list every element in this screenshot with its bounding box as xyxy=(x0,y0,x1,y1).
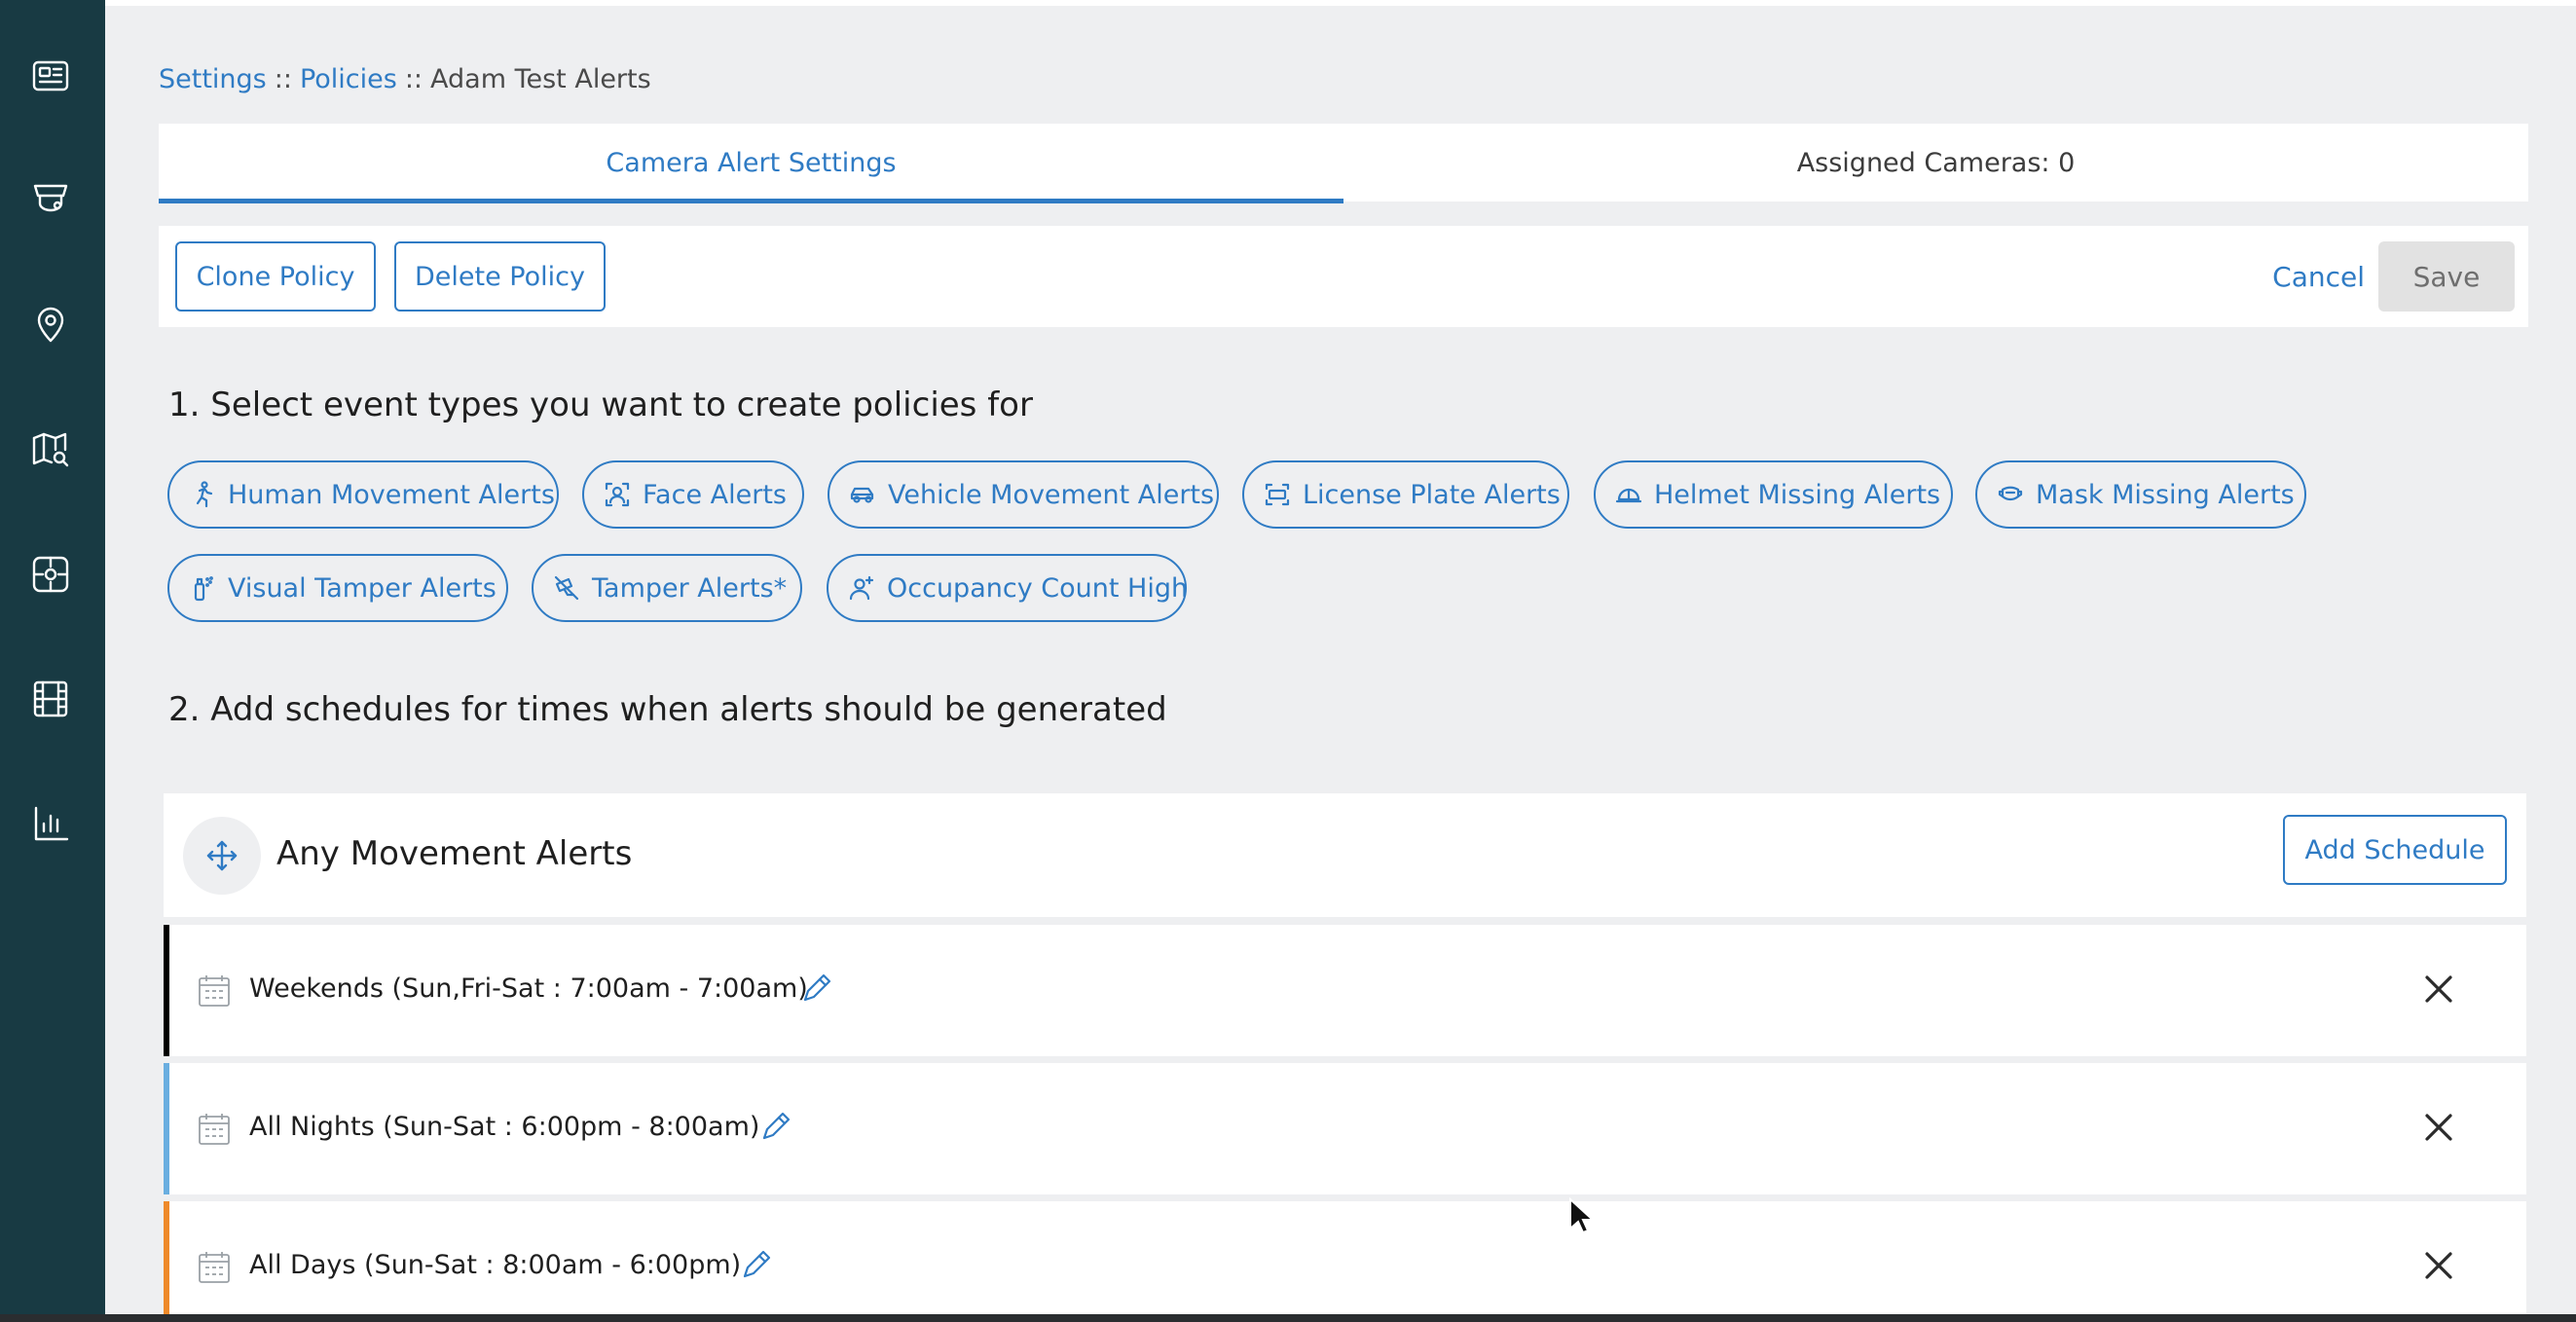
sidebar xyxy=(0,0,105,1314)
breadcrumb-settings-link[interactable]: Settings xyxy=(159,64,267,94)
add-schedule-button[interactable]: Add Schedule xyxy=(2283,815,2507,885)
chip-label: Mask Missing Alerts xyxy=(2036,479,2295,510)
chip-label: Helmet Missing Alerts xyxy=(1654,479,1941,510)
chip-label: License Plate Alerts xyxy=(1303,479,1561,510)
chip-face-alerts[interactable]: Face Alerts xyxy=(582,460,804,529)
breadcrumb-current: Adam Test Alerts xyxy=(430,64,651,94)
helmet-icon xyxy=(1615,488,1642,503)
schedule-label: All Days (Sun-Sat : 8:00am - 6:00pm) xyxy=(249,1250,742,1280)
tab-camera-alert-settings[interactable]: Camera Alert Settings xyxy=(159,124,1343,203)
tab-bar: Camera Alert Settings Assigned Cameras: … xyxy=(159,124,2528,203)
license-plate-icon xyxy=(1265,483,1290,506)
chip-label: Tamper Alerts* xyxy=(592,572,788,604)
delete-policy-button[interactable]: Delete Policy xyxy=(394,241,606,312)
schedule-label: Weekends (Sun,Fri-Sat : 7:00am - 7:00am) xyxy=(249,973,808,1004)
chip-label: Face Alerts xyxy=(643,479,787,510)
schedule-row: Weekends (Sun,Fri-Sat : 7:00am - 7:00am) xyxy=(164,925,2526,1056)
chip-mask-missing-alerts[interactable]: Mask Missing Alerts xyxy=(1975,460,2306,529)
location-pin-icon[interactable] xyxy=(21,295,80,353)
dashboard-icon[interactable] xyxy=(21,47,80,105)
schedule-label: All Nights (Sun-Sat : 6:00pm - 8:00am) xyxy=(249,1112,760,1142)
top-border xyxy=(105,0,2576,6)
pencil-icon[interactable] xyxy=(759,1110,794,1145)
breadcrumb-policies-link[interactable]: Policies xyxy=(300,64,397,94)
breadcrumb: Settings:: Policies:: Adam Test Alerts xyxy=(159,64,651,94)
tamper-camera-icon xyxy=(554,575,579,601)
close-icon[interactable] xyxy=(2419,1108,2458,1147)
chip-occupancy-count-high[interactable]: Occupancy Count High xyxy=(827,554,1189,622)
chip-human-movement-alerts[interactable]: Human Movement Alerts xyxy=(167,460,559,529)
person-plus-icon xyxy=(849,575,874,601)
tab-assigned-cameras[interactable]: Assigned Cameras: 0 xyxy=(1343,124,2528,202)
close-icon[interactable] xyxy=(2419,970,2458,1009)
schedule-color-bar xyxy=(164,1063,169,1194)
cancel-button[interactable]: Cancel xyxy=(2272,241,2365,312)
running-person-icon xyxy=(196,481,213,508)
clone-policy-button[interactable]: Clone Policy xyxy=(175,241,376,312)
save-button[interactable]: Save xyxy=(2378,241,2515,312)
chip-label: Vehicle Movement Alerts xyxy=(888,479,1215,510)
chip-visual-tamper-alerts[interactable]: Visual Tamper Alerts xyxy=(167,554,508,622)
schedule-row: All Nights (Sun-Sat : 6:00pm - 8:00am) xyxy=(164,1063,2526,1194)
breadcrumb-separator: :: xyxy=(404,64,423,94)
window-bottom-edge xyxy=(0,1314,2576,1322)
schedule-card-header: Any Movement Alerts Add Schedule xyxy=(164,793,2526,917)
bar-chart-icon[interactable] xyxy=(21,794,80,853)
calendar-icon xyxy=(197,1112,232,1147)
spray-can-icon xyxy=(194,576,213,602)
face-scan-icon xyxy=(605,482,630,507)
chip-label: Human Movement Alerts xyxy=(228,479,555,510)
chip-label: Visual Tamper Alerts xyxy=(228,572,497,604)
live-view-icon[interactable] xyxy=(21,545,80,604)
film-icon[interactable] xyxy=(21,670,80,728)
security-camera-icon[interactable] xyxy=(21,170,80,229)
mouse-cursor-icon xyxy=(1569,1197,1594,1234)
breadcrumb-separator: :: xyxy=(274,64,292,94)
policy-toolbar: Clone Policy Delete Policy Cancel Save xyxy=(159,226,2528,327)
chip-vehicle-movement-alerts[interactable]: Vehicle Movement Alerts xyxy=(828,460,1219,529)
chip-helmet-missing-alerts[interactable]: Helmet Missing Alerts xyxy=(1594,460,1953,529)
calendar-icon xyxy=(197,973,232,1009)
schedule-row: All Days (Sun-Sat : 8:00am - 6:00pm) xyxy=(164,1201,2526,1314)
schedules-heading: 2. Add schedules for times when alerts s… xyxy=(168,690,1167,729)
pencil-icon[interactable] xyxy=(800,972,835,1007)
pencil-icon[interactable] xyxy=(740,1248,775,1283)
chip-label: Occupancy Count High xyxy=(887,572,1189,604)
mask-icon xyxy=(1998,486,2023,501)
calendar-icon xyxy=(197,1250,232,1285)
schedule-card-title: Any Movement Alerts xyxy=(276,834,633,873)
schedule-color-bar xyxy=(164,925,169,1056)
app-window: Settings:: Policies:: Adam Test Alerts Cam… xyxy=(0,0,2576,1314)
event-types-heading: 1. Select event types you want to create… xyxy=(168,386,1033,424)
move-arrows-icon xyxy=(183,817,261,895)
close-icon[interactable] xyxy=(2419,1246,2458,1285)
chip-tamper-alerts[interactable]: Tamper Alerts* xyxy=(532,554,802,622)
schedule-color-bar xyxy=(164,1201,169,1314)
chip-license-plate-alerts[interactable]: License Plate Alerts xyxy=(1242,460,1569,529)
car-icon xyxy=(850,487,874,503)
map-search-icon[interactable] xyxy=(21,421,80,479)
